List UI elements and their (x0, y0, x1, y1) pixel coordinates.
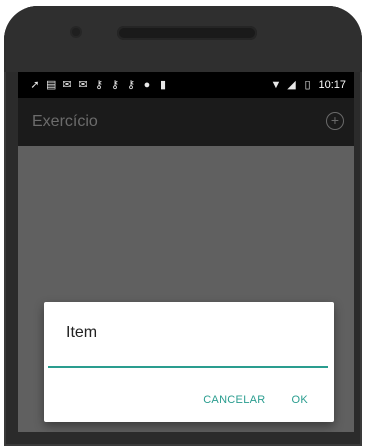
status-time: 10:17 (318, 79, 346, 91)
item-dialog: Item CANCELAR OK (44, 302, 334, 422)
add-button[interactable]: + (326, 112, 344, 130)
key-icon: ⚷ (110, 78, 120, 91)
key-icon: ⚷ (94, 78, 104, 91)
mail-icon: ✉ (62, 78, 72, 91)
phone-bezel-top (4, 6, 362, 72)
wifi-icon: ▼ (270, 78, 282, 91)
navigation-icon: ➚ (30, 78, 40, 91)
phone-screen: ➚ ▤ ✉ ✉ ⚷ ⚷ ⚷ ● ▮ ▼ ◢ ▯ 10:17 Exercício … (18, 72, 354, 432)
front-camera-icon (72, 28, 80, 36)
phone-frame: ➚ ▤ ✉ ✉ ⚷ ⚷ ⚷ ● ▮ ▼ ◢ ▯ 10:17 Exercício … (4, 6, 362, 446)
key-icon: ⚷ (126, 78, 136, 91)
status-bar: ➚ ▤ ✉ ✉ ⚷ ⚷ ⚷ ● ▮ ▼ ◢ ▯ 10:17 (18, 72, 354, 98)
dialog-actions: CANCELAR OK (203, 394, 308, 406)
notification-icon: ▤ (46, 78, 57, 91)
item-input[interactable] (48, 354, 328, 368)
app-bar: Exercício + (18, 98, 354, 146)
sd-card-icon: ▮ (159, 78, 167, 91)
cancel-button[interactable]: CANCELAR (203, 394, 265, 406)
app-title: Exercício (32, 113, 98, 130)
dialog-title: Item (66, 324, 98, 341)
ok-button[interactable]: OK (292, 394, 309, 406)
mail-icon: ✉ (78, 78, 88, 91)
signal-icon: ◢ (287, 78, 296, 91)
status-bar-system: ▼ ◢ ▯ 10:17 (270, 79, 354, 91)
circle-icon: ● (143, 78, 151, 91)
plus-circle-icon: + (330, 112, 340, 128)
status-bar-notifications: ➚ ▤ ✉ ✉ ⚷ ⚷ ⚷ ● ▮ (18, 78, 168, 91)
earpiece-speaker (117, 26, 257, 40)
battery-icon: ▯ (304, 78, 311, 91)
